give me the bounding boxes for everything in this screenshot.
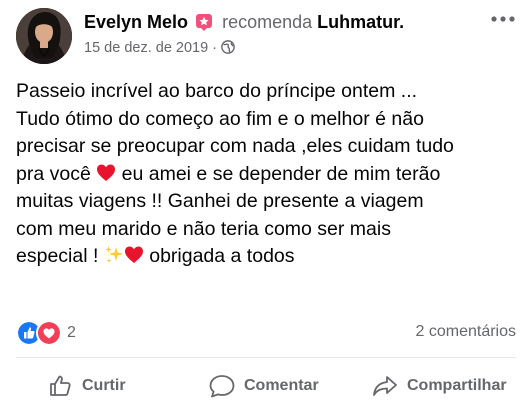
like-label: Curtir: [82, 377, 126, 394]
thumbs-up-icon: [50, 375, 71, 396]
share-label: Compartilhar: [407, 377, 507, 394]
avatar[interactable]: [16, 8, 72, 64]
share-icon: [373, 376, 397, 396]
post-meta: 15 de dez. de 2019 ·: [84, 39, 235, 57]
text-line: muitas viagens !! Ganhei de presente a v…: [16, 190, 424, 212]
recommendation-post: Evelyn Melo recomenda Luhmatur. 15 de de…: [0, 0, 532, 411]
love-reaction-icon: [36, 320, 62, 346]
reaction-count: 2: [67, 324, 76, 341]
text-line: especial !: [16, 245, 104, 267]
post-text: Passeio incrível ao barco do príncipe on…: [16, 78, 521, 271]
comment-icon: [209, 375, 235, 398]
author-name[interactable]: Evelyn Melo: [84, 12, 188, 32]
text-line: Tudo ótimo do começo ao fim e o melhor é…: [16, 107, 424, 130]
comment-button[interactable]: Comentar: [208, 368, 319, 404]
recommend-verb: recomenda: [222, 12, 313, 32]
like-button[interactable]: Curtir: [48, 368, 126, 404]
comments-count-link[interactable]: 2 comentários: [416, 323, 517, 341]
post-date[interactable]: 15 de dez. de 2019: [84, 40, 208, 56]
recommend-badge-icon: [196, 14, 213, 31]
text-line: precisar se preocupar com nada ,eles cui…: [16, 135, 454, 157]
meta-separator: ·: [212, 40, 218, 56]
reactions-summary[interactable]: 2: [16, 320, 76, 346]
sparkles-emoji: [104, 246, 123, 264]
comment-label: Comentar: [244, 377, 319, 394]
divider: [16, 357, 516, 358]
text-line: eu amei e se depender de mim terão: [116, 162, 441, 185]
post-header: Evelyn Melo recomenda Luhmatur.: [84, 11, 404, 33]
post-actions: Curtir Comentar Compartilhar: [0, 368, 532, 404]
more-options-button[interactable]: [488, 8, 518, 30]
globe-icon: [221, 40, 235, 54]
share-button[interactable]: Compartilhar: [371, 368, 507, 404]
more-icon: [491, 16, 515, 22]
red-heart-emoji: [124, 246, 143, 263]
page-name[interactable]: Luhmatur.: [317, 12, 404, 32]
red-heart-emoji: [97, 164, 116, 181]
text-line: pra você: [16, 162, 97, 185]
text-line: Passeio incrível ao barco do príncipe on…: [16, 80, 418, 102]
text-line: com meu marido e não teria como ser mais: [16, 217, 391, 240]
text-line: obrigada a todos: [143, 245, 295, 267]
